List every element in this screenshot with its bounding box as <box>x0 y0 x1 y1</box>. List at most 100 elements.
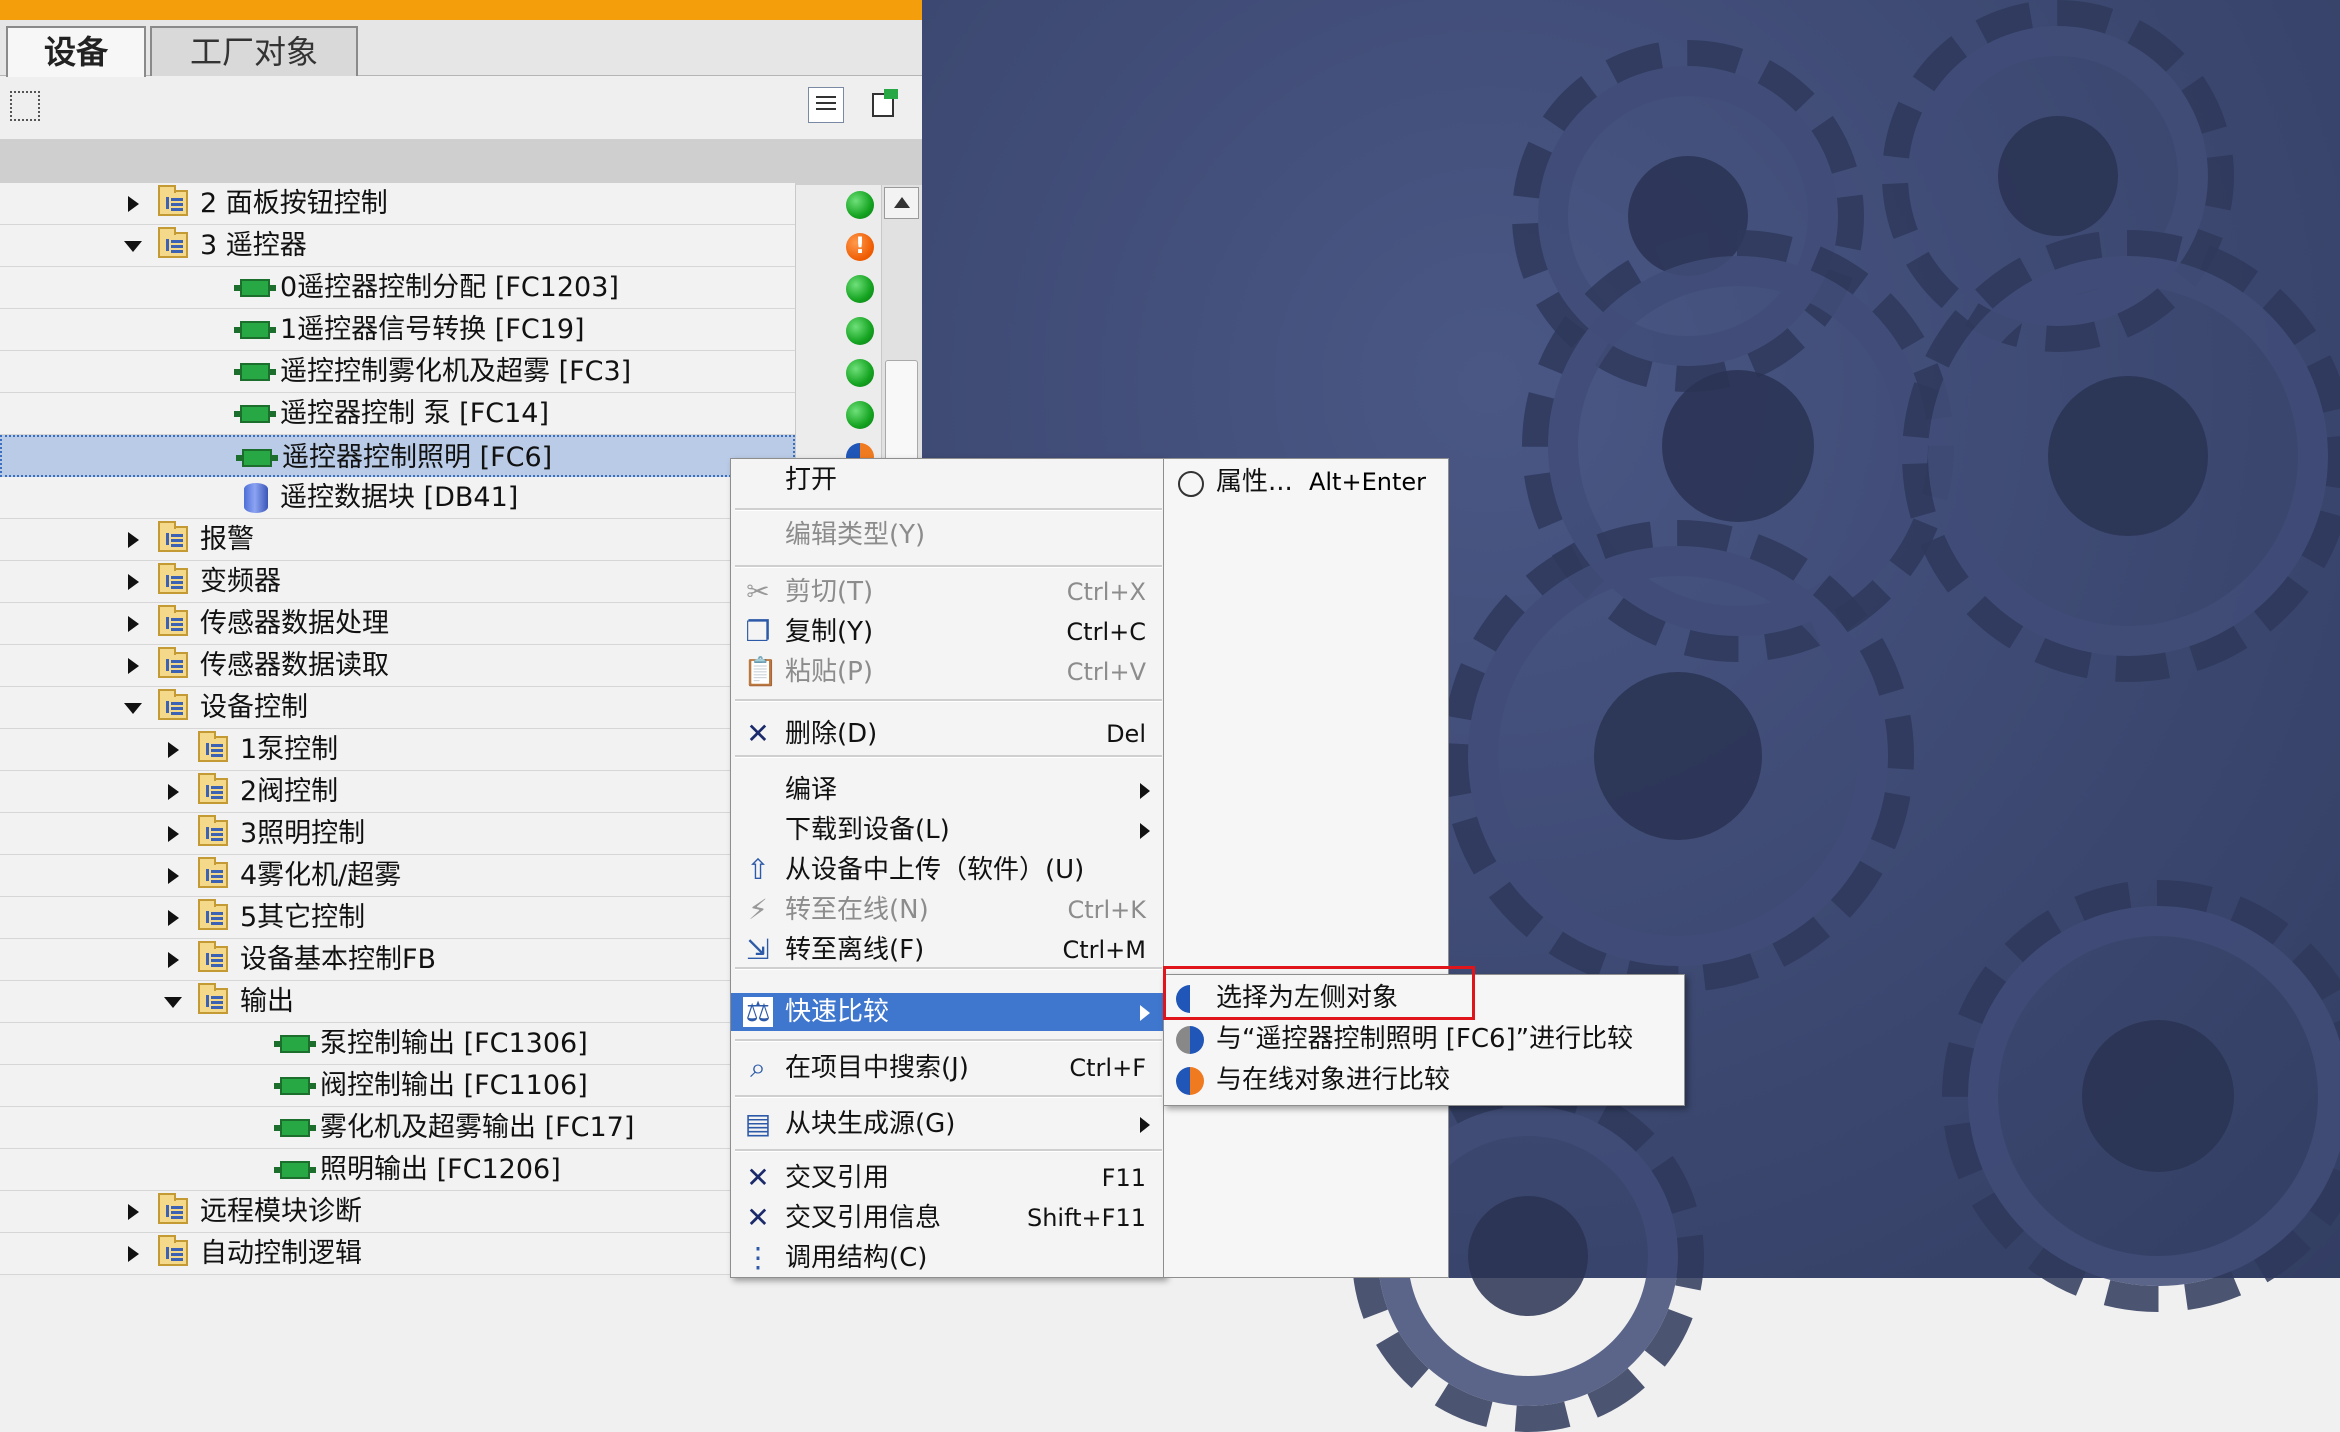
scroll-up-button[interactable] <box>884 187 919 219</box>
overview-icon[interactable] <box>868 87 904 123</box>
folder-icon <box>198 899 228 930</box>
tree-row[interactable]: 遥控控制雾化机及超雾 [FC3] <box>0 351 795 393</box>
delete-icon: ✕ <box>746 717 770 750</box>
menu-item[interactable]: ✕ 交叉引用信息 Shift+F11 <box>731 1199 1166 1237</box>
collapse-arrow-icon[interactable] <box>124 241 142 252</box>
gear-graphic <box>1902 230 2340 682</box>
menu-item[interactable]: 📋 粘贴(P) Ctrl+V <box>731 653 1166 691</box>
add-new-icon[interactable] <box>10 91 40 121</box>
context-menu: 打开编辑类型(Y) ✂ 剪切(T) Ctrl+X ❐ 复制(Y) Ctrl+C 📋 粘贴(P) C… <box>730 458 1166 1278</box>
tree-item-label: 报警 <box>200 524 254 555</box>
upload-icon: ⇧ <box>746 853 770 886</box>
tree-row[interactable]: 照明输出 [FC1206] <box>0 1149 795 1191</box>
function-block-icon <box>234 321 276 339</box>
expand-arrow-icon[interactable] <box>128 574 139 590</box>
tree-row[interactable]: 3 遥控器 <box>0 225 795 267</box>
tree-row[interactable]: 设备基本控制FB <box>0 939 795 981</box>
function-block-icon <box>274 1077 316 1095</box>
tree-row[interactable]: 传感器数据读取 <box>0 645 795 687</box>
details-view-icon[interactable] <box>808 87 844 123</box>
tree-item-label: 遥控数据块 [DB41] <box>280 482 519 513</box>
menu-item[interactable]: ✂ 剪切(T) Ctrl+X <box>731 573 1166 611</box>
expand-arrow-icon[interactable] <box>168 784 179 800</box>
expand-arrow-icon[interactable] <box>168 910 179 926</box>
menu-item-label: 快速比较 <box>785 997 890 1027</box>
tree-row[interactable]: 泵控制输出 [FC1306] <box>0 1023 795 1065</box>
menu-item-compare-online[interactable]: 与在线对象进行比较 <box>1164 1061 1686 1101</box>
menu-item[interactable]: ❐ 复制(Y) Ctrl+C <box>731 613 1166 651</box>
menu-item-label: 转至在线(N) <box>785 895 929 925</box>
menu-item-properties[interactable]: 属性... Alt+Enter <box>1164 463 1450 503</box>
menu-item[interactable]: ✕ 交叉引用 F11 <box>731 1159 1166 1197</box>
menu-separator <box>735 755 1162 758</box>
expand-arrow-icon[interactable] <box>128 196 139 212</box>
expand-arrow-icon[interactable] <box>128 532 139 548</box>
generate-source-icon: ▤ <box>744 1107 772 1140</box>
collapse-arrow-icon[interactable] <box>124 703 142 714</box>
tree-row[interactable]: 输出 <box>0 981 795 1023</box>
tree-row[interactable]: 0遥控器控制分配 [FC1203] <box>0 267 795 309</box>
tree-row[interactable]: 设备控制 <box>0 687 795 729</box>
tree-row[interactable]: 报警 <box>0 519 795 561</box>
menu-item[interactable]: ▤ 从块生成源(G) <box>731 1105 1166 1143</box>
tree-row[interactable]: 自动控制逻辑 <box>0 1233 795 1275</box>
tree-row[interactable]: 遥控数据块 [DB41] <box>0 477 795 519</box>
menu-item[interactable]: ⇲ 转至离线(F) Ctrl+M <box>731 931 1166 969</box>
tree-row[interactable]: 变频器 <box>0 561 795 603</box>
expand-arrow-icon[interactable] <box>168 868 179 884</box>
gear-graphic <box>1442 520 1914 992</box>
tree-row[interactable]: 雾化机及超雾输出 [FC17] <box>0 1107 795 1149</box>
expand-arrow-icon[interactable] <box>128 1246 139 1262</box>
menu-item[interactable]: ⚡ 转至在线(N) Ctrl+K <box>731 891 1166 929</box>
tree-row[interactable]: 3照明控制 <box>0 813 795 855</box>
menu-item[interactable]: ⌕ 在项目中搜索(J) Ctrl+F <box>731 1049 1166 1087</box>
expand-arrow-icon[interactable] <box>128 658 139 674</box>
menu-item[interactable]: ⇧ 从设备中上传（软件）(U) <box>731 851 1166 889</box>
tree-row[interactable]: 2 面板按钮控制 <box>0 183 795 225</box>
tree-item-label: 2阀控制 <box>240 776 339 807</box>
expand-arrow-icon[interactable] <box>128 1204 139 1220</box>
folder-icon <box>158 647 188 678</box>
folder-icon <box>198 941 228 972</box>
tree-row[interactable]: 1遥控器信号转换 [FC19] <box>0 309 795 351</box>
menu-item[interactable]: 下载到设备(L) <box>731 811 1166 849</box>
expand-arrow-icon[interactable] <box>168 826 179 842</box>
cross-reference-icon: ✕ <box>746 1161 770 1194</box>
tree-row[interactable]: 4雾化机/超雾 <box>0 855 795 897</box>
tree-row[interactable]: 1泵控制 <box>0 729 795 771</box>
expand-arrow-icon[interactable] <box>128 616 139 632</box>
tree-row[interactable]: 5其它控制 <box>0 897 795 939</box>
tree-row[interactable]: 遥控器控制照明 [FC6] <box>0 435 795 477</box>
menu-item[interactable]: ⋮ 调用结构(C) <box>731 1239 1166 1277</box>
scroll-thumb[interactable] <box>885 360 918 470</box>
tree-item-label: 1泵控制 <box>240 734 339 765</box>
menu-item-label: 转至离线(F) <box>785 935 925 965</box>
tree-row[interactable]: 阀控制输出 [FC1106] <box>0 1065 795 1107</box>
menu-item-label: 从块生成源(G) <box>785 1109 956 1139</box>
status-warning-icon: ! <box>846 233 874 261</box>
menu-item[interactable]: 编译 <box>731 771 1166 809</box>
menu-item-shortcut: Ctrl+X <box>1066 578 1146 606</box>
expand-arrow-icon[interactable] <box>168 952 179 968</box>
menu-item-shortcut: F11 <box>1101 1164 1146 1192</box>
folder-icon <box>158 1193 188 1224</box>
menu-item[interactable]: 编辑类型(Y) <box>731 516 1166 554</box>
menu-item[interactable]: ⚖ 快速比较 <box>731 993 1166 1031</box>
status-ok-icon <box>846 191 874 219</box>
data-block-icon <box>244 483 268 513</box>
collapse-arrow-icon[interactable] <box>164 997 182 1008</box>
menu-item[interactable]: 打开 <box>731 461 1166 499</box>
tab-devices[interactable]: 设备 <box>6 26 146 78</box>
menu-item-compare-with-selected[interactable]: 与“遥控器控制照明 [FC6]”进行比较 <box>1164 1020 1686 1060</box>
tree-row[interactable]: 2阀控制 <box>0 771 795 813</box>
tab-plant-objects[interactable]: 工厂对象 <box>150 26 358 76</box>
tree-item-label: 变频器 <box>200 566 281 597</box>
menu-item[interactable]: ✕ 删除(D) Del <box>731 715 1166 753</box>
tree-item-label: 遥控控制雾化机及超雾 [FC3] <box>280 356 632 387</box>
properties-submenu: 属性... Alt+Enter <box>1163 458 1449 1278</box>
tree-row[interactable]: 远程模块诊断 <box>0 1191 795 1233</box>
tree-row[interactable]: 遥控器控制 泵 [FC14] <box>0 393 795 435</box>
tree-row[interactable]: 传感器数据处理 <box>0 603 795 645</box>
expand-arrow-icon[interactable] <box>168 742 179 758</box>
menu-item-label: 复制(Y) <box>785 617 874 647</box>
